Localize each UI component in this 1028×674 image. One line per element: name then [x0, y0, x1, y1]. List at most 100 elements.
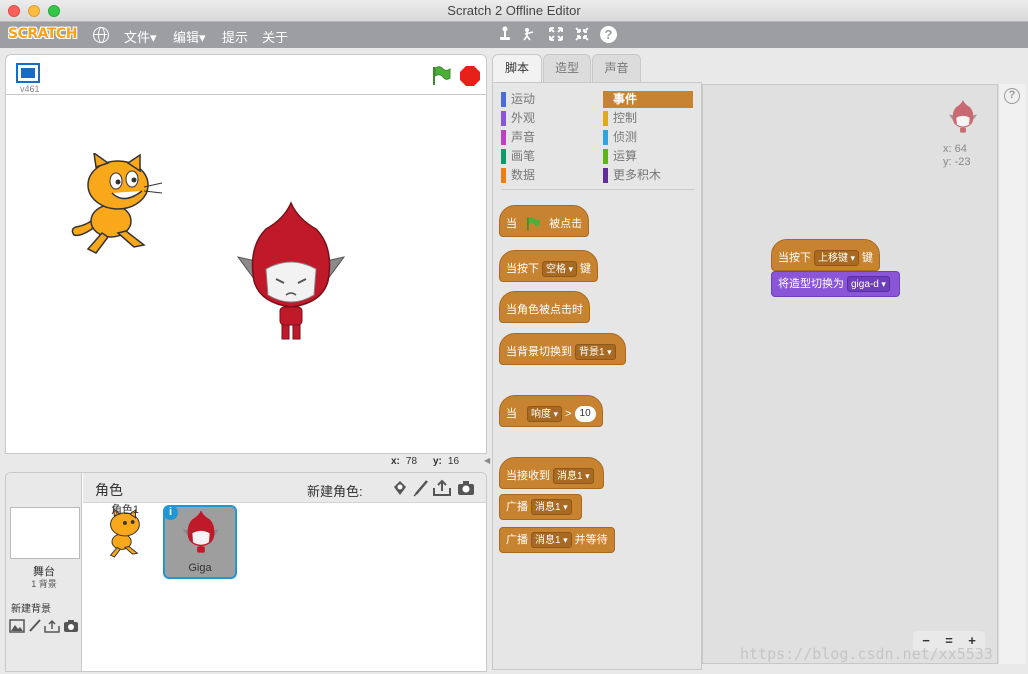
block-text: 当	[506, 408, 517, 420]
mouse-y-value: 16	[447, 456, 460, 467]
stop-button[interactable]	[459, 65, 481, 87]
shrink-icon[interactable]	[573, 26, 591, 44]
duplicate-icon[interactable]	[496, 26, 514, 44]
stage-backdrop-count: 1 背景	[31, 579, 57, 589]
category-control[interactable]: 控制	[603, 110, 637, 127]
green-flag-icon	[527, 217, 540, 231]
block-when-loudness[interactable]: 当响度> 10	[499, 395, 603, 427]
loudness-value[interactable]: 10	[574, 406, 596, 423]
message-dropdown[interactable]: 消息1	[531, 532, 572, 549]
block-when-flag-clicked[interactable]: 当 被点击	[499, 205, 590, 237]
category-operators[interactable]: 运算	[603, 148, 637, 165]
block-when-key-pressed[interactable]: 当按下空格键	[499, 250, 599, 282]
new-sprite-label: 新建角色:	[307, 484, 363, 499]
key-dropdown[interactable]: 上移键	[814, 250, 860, 267]
block-broadcast[interactable]: 广播 消息1	[499, 494, 582, 520]
help-icon[interactable]: ?	[600, 26, 617, 43]
category-events[interactable]: 事件	[603, 91, 693, 108]
block-text: 并等待	[574, 534, 608, 546]
backdrop-dropdown[interactable]: 背景1	[575, 344, 616, 361]
green-flag-button[interactable]	[430, 65, 452, 87]
mouse-x-value: 78	[405, 456, 418, 467]
camera-backdrop-icon[interactable]	[63, 619, 79, 633]
menu-edit[interactable]: 编辑▾	[173, 27, 206, 46]
grow-icon[interactable]	[547, 26, 565, 44]
block-broadcast-and-wait[interactable]: 广播消息1并等待	[499, 527, 615, 553]
block-text: 广播	[506, 534, 528, 546]
loudness-dropdown[interactable]: 响度	[527, 406, 563, 423]
tab-costumes[interactable]: 造型	[543, 54, 591, 82]
paint-backdrop-icon[interactable]	[27, 619, 43, 633]
category-data[interactable]: 数据	[501, 167, 535, 184]
new-backdrop-label: 新建背景	[11, 604, 51, 615]
cat-sprite-on-stage[interactable]	[66, 153, 166, 257]
stage-column: 舞台 1 背景 新建背景	[6, 473, 82, 671]
menu-tips[interactable]: 提示	[222, 27, 248, 46]
help-sidebar: ?	[998, 84, 1026, 664]
upload-sprite-icon[interactable]	[433, 479, 451, 497]
script-block-when-key-pressed[interactable]: 当按下上移键键	[771, 239, 881, 271]
message-dropdown[interactable]: 消息1	[531, 499, 572, 516]
block-when-i-receive[interactable]: 当接收到 消息1	[499, 457, 604, 489]
sprite-library-icon[interactable]	[391, 479, 409, 497]
stage-thumbnail[interactable]	[10, 507, 80, 559]
block-text: 当接收到	[506, 470, 550, 482]
stage-header: v461	[5, 54, 487, 94]
block-text: 当背景切换到	[506, 346, 572, 358]
message-dropdown[interactable]: 消息1	[553, 468, 594, 485]
menu-bar: SCRATCH 文件▾ 编辑▾ 提示 关于 ?	[0, 22, 1028, 48]
palette-divider	[501, 189, 695, 190]
block-text: 当按下	[506, 263, 539, 275]
block-palette: 运动 外观 声音 画笔 数据 事件 控制 侦测 运算 更多积木 当 被点击 当按…	[492, 82, 702, 670]
block-text: 当按下	[778, 252, 811, 264]
block-text: >	[565, 408, 572, 420]
sprites-title: 角色	[95, 482, 123, 498]
category-looks[interactable]: 外观	[501, 110, 535, 127]
mouse-y-label: y:	[433, 456, 442, 467]
category-sound[interactable]: 声音	[501, 129, 535, 146]
script-block-switch-costume[interactable]: 将造型切换为 giga-d	[771, 271, 900, 297]
collapse-arrow-icon[interactable]: ◀	[484, 456, 492, 470]
info-icon[interactable]: i	[163, 505, 178, 520]
giga-sprite-on-stage[interactable]	[236, 199, 346, 349]
block-when-sprite-clicked[interactable]: 当角色被点击时	[499, 291, 590, 323]
scratch-logo[interactable]: SCRATCH	[8, 26, 77, 42]
backdrop-library-icon[interactable]	[9, 619, 25, 633]
sprite-name: Giga	[188, 562, 212, 574]
block-text: 广播	[506, 501, 528, 513]
costume-dropdown[interactable]: giga-d	[847, 276, 890, 293]
tab-scripts[interactable]: 脚本	[492, 54, 542, 83]
title-bar: Scratch 2 Offline Editor	[0, 0, 1028, 22]
block-text: 被点击	[549, 218, 583, 230]
mouse-x-label: x:	[391, 456, 400, 467]
block-text: 当	[506, 218, 517, 230]
sprite-panel: 舞台 1 背景 新建背景 角色 新建角色: 角色1 i Giga	[5, 472, 487, 672]
block-when-backdrop-switches[interactable]: 当背景切换到 背景1	[499, 333, 626, 365]
sprite-tile-giga[interactable]: i Giga	[163, 505, 237, 579]
category-motion[interactable]: 运动	[501, 91, 535, 108]
mouse-coordinates: x: 78 y: 16	[5, 454, 487, 470]
sprite-header: 角色 新建角色:	[83, 473, 486, 503]
menu-about[interactable]: 关于	[262, 27, 288, 46]
presentation-mode-icon[interactable]	[16, 63, 40, 83]
block-text: 将造型切换为	[778, 278, 844, 290]
category-more-blocks[interactable]: 更多积木	[603, 167, 661, 184]
category-pen[interactable]: 画笔	[501, 148, 535, 165]
tab-sounds[interactable]: 声音	[592, 54, 641, 82]
sprite-x-coordinate: x: 64	[943, 143, 967, 155]
upload-backdrop-icon[interactable]	[44, 619, 60, 633]
block-text: 当角色被点击时	[506, 304, 583, 316]
watermark: https://blog.csdn.net/xx5533	[740, 645, 993, 663]
menu-file[interactable]: 文件▾	[124, 27, 157, 46]
sprite-tile-cat[interactable]: 角色1	[88, 504, 162, 558]
language-globe-icon[interactable]	[93, 27, 109, 43]
camera-sprite-icon[interactable]	[457, 479, 475, 497]
key-dropdown[interactable]: 空格	[542, 261, 578, 278]
tips-help-icon[interactable]: ?	[1004, 88, 1020, 104]
paint-sprite-icon[interactable]	[412, 479, 430, 497]
stage-canvas[interactable]	[5, 94, 487, 454]
cut-icon[interactable]	[521, 26, 539, 44]
category-sensing[interactable]: 侦测	[603, 129, 637, 146]
sprite-name: 角色1	[110, 504, 140, 516]
script-area[interactable]: x: 64 y: -23 当按下上移键键 将造型切换为giga-d − = +	[702, 84, 998, 664]
